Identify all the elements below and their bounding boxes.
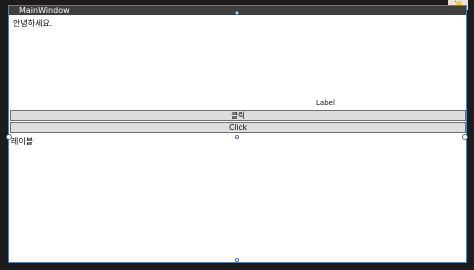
resize-handle-right-icon[interactable] bbox=[462, 134, 468, 140]
right-label: Label bbox=[316, 99, 335, 107]
resize-handle-top-icon[interactable] bbox=[235, 11, 239, 15]
resize-handle-middle-icon[interactable] bbox=[235, 135, 239, 139]
greeting-text: 안녕하세요. bbox=[13, 19, 53, 28]
bottom-label: 레이블 bbox=[11, 137, 34, 146]
window-title: MainWindow bbox=[19, 6, 70, 15]
click-button[interactable]: Click bbox=[10, 122, 466, 133]
resize-handle-bottom-icon[interactable] bbox=[235, 258, 239, 262]
resize-handle-left-icon[interactable] bbox=[6, 134, 12, 140]
designer-canvas: MainWindow 안녕하세요. Label 클릭 Click 레이블 bbox=[0, 0, 474, 270]
main-window: MainWindow 안녕하세요. Label 클릭 Click 레이블 bbox=[8, 5, 467, 263]
click-button-korean[interactable]: 클릭 bbox=[10, 110, 466, 121]
